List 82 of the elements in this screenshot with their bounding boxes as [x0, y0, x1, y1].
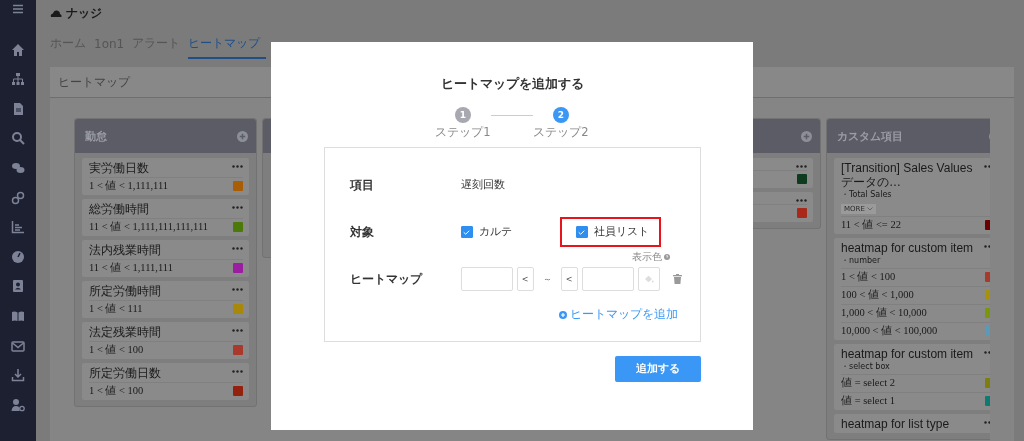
link-icon[interactable]	[11, 190, 25, 205]
condition-text: 11 < 値 < 1,111,111	[89, 261, 173, 275]
more-icon[interactable]	[796, 165, 807, 168]
search-icon[interactable]	[11, 131, 25, 146]
mail-icon[interactable]	[11, 338, 25, 353]
condition-text: 1,000 < 値 < 10,000	[841, 306, 927, 320]
max-value-input[interactable]	[581, 267, 634, 291]
chat-icon[interactable]	[11, 160, 25, 175]
contact-icon[interactable]	[11, 279, 25, 294]
card-title: heatmap for custom item	[841, 347, 975, 361]
checkbox[interactable]	[575, 226, 588, 238]
more-icon[interactable]	[232, 288, 243, 291]
color-label: 表示色	[631, 250, 662, 264]
tab[interactable]: ヒートマップ	[188, 32, 267, 59]
plus-circle-icon	[558, 310, 567, 319]
dialog-title: ヒートマップを追加する	[440, 76, 584, 93]
card-title: 総労働時間	[89, 202, 150, 216]
check-icon	[463, 229, 470, 235]
color-picker[interactable]	[637, 267, 660, 291]
option-label: カルテ	[478, 225, 512, 239]
condition-text: 10,000 < 値 < 100,000	[841, 324, 938, 338]
column-title: 勤怠	[85, 128, 107, 144]
home-icon[interactable]	[11, 42, 25, 57]
condition-text: 値 = select 1	[841, 394, 895, 408]
step-label: ステップ1	[435, 125, 491, 140]
card-title: 法内残業時間	[89, 243, 162, 257]
more-icon[interactable]	[232, 206, 243, 209]
option-label: 社員リスト	[593, 225, 649, 239]
operator-select[interactable]: <	[560, 267, 578, 291]
condition-text: 値 = select 2	[841, 376, 895, 390]
add-button[interactable]: 追加する	[614, 356, 701, 382]
card-subtitle: ・Total Sales	[841, 189, 893, 200]
condition-text: 1 < 値 < 100	[89, 384, 144, 398]
more-icon[interactable]	[232, 247, 243, 250]
check-icon	[578, 229, 585, 235]
card-title: 所定労働日数	[89, 366, 162, 380]
more-icon[interactable]	[796, 199, 807, 202]
more-icon[interactable]	[232, 329, 243, 332]
condition-text: 100 < 値 < 1,000	[841, 288, 914, 302]
card-title: 実労働日数	[89, 161, 150, 175]
user-settings-icon[interactable]	[11, 397, 25, 412]
step-number: 2	[553, 107, 569, 123]
card-subtitle: ・number	[841, 255, 882, 266]
trash-icon[interactable]	[672, 274, 682, 284]
condition-text: 1 < 値 < 111	[89, 302, 143, 316]
step-number: 1	[455, 107, 471, 123]
menu-icon[interactable]	[12, 3, 24, 15]
card-title: [Transition] Sales Valuesデータの…	[841, 161, 974, 189]
operator-select[interactable]: <	[516, 267, 534, 291]
condition-text: 11 < 値 < 1,111,111,111,111	[89, 220, 209, 234]
field-label: 項目	[349, 176, 375, 194]
card-title: 法定残業時間	[89, 325, 162, 339]
gauge-icon[interactable]	[11, 249, 25, 264]
card-title: heatmap for list type	[841, 417, 951, 431]
condition-text: 1 < 値 < 100	[841, 270, 896, 284]
column-title: カスタム項目	[837, 128, 903, 144]
paint-bucket-icon	[643, 274, 654, 284]
download-icon[interactable]	[11, 368, 25, 383]
field-label: 対象	[349, 223, 375, 241]
add-heatmap-link[interactable]: ヒートマップを追加	[558, 306, 678, 323]
help-icon[interactable]	[663, 254, 670, 260]
sitemap-icon[interactable]	[11, 72, 25, 87]
condition-text: 1 < 値 < 100	[89, 343, 144, 357]
chevron-icon	[866, 207, 873, 211]
step-label: ステップ2	[533, 125, 589, 140]
checkbox[interactable]	[460, 226, 473, 238]
card-title: 所定労働時間	[89, 284, 162, 298]
document-icon[interactable]	[11, 101, 25, 116]
checkbox-option[interactable]: カルテ	[460, 225, 512, 239]
min-value-input[interactable]	[460, 267, 513, 291]
card-title: heatmap for custom item	[841, 241, 975, 255]
item-value: 遅刻回数	[460, 178, 505, 192]
card-subtitle: ・select box	[841, 361, 891, 372]
chart-icon[interactable]	[11, 220, 25, 235]
more-icon[interactable]	[232, 370, 243, 373]
cloud-icon	[50, 9, 62, 17]
app-title: ナッジ	[66, 4, 102, 22]
range-separator: ～	[542, 272, 552, 286]
field-label: ヒートマップ	[349, 270, 424, 288]
condition-text: 11 < 値 <= 22	[841, 218, 901, 232]
more-icon[interactable]	[232, 165, 243, 168]
condition-text: 1 < 値 < 1,111,111	[89, 179, 169, 193]
